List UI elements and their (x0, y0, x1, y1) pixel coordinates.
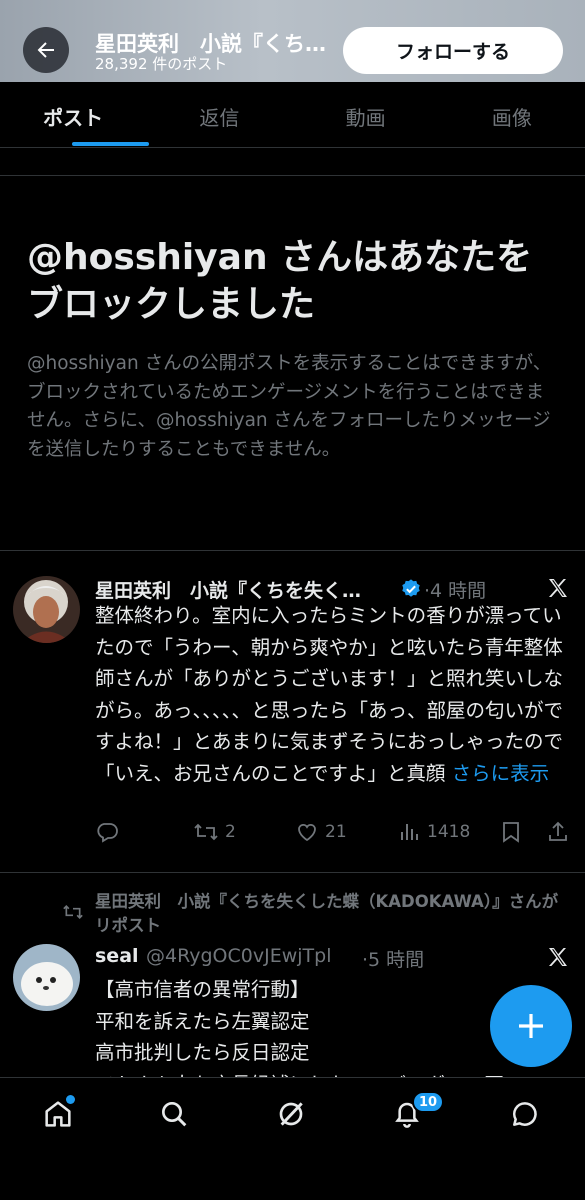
view-count: 1418 (427, 822, 471, 842)
bottom-navigation: 10 (0, 1077, 585, 1200)
tweet-time[interactable]: ·4 時間 (424, 576, 486, 603)
plus-icon (519, 1014, 543, 1038)
nav-grok[interactable] (271, 1094, 311, 1134)
x-logo-icon (549, 948, 567, 966)
active-tab-indicator (72, 142, 149, 146)
tab-replies[interactable]: 返信 (146, 82, 292, 147)
reply-icon (97, 823, 118, 843)
search-icon (162, 1102, 187, 1127)
profile-header: 星田英利 小説『くちを失くした蝶（KADOKAWA）』 28,392 件のポスト… (0, 0, 585, 82)
repost-context[interactable]: 星田英利 小説『くちを失くした蝶（KADOKAWA）』さんがリポスト (95, 890, 565, 938)
blocked-title: @hosshiyan さんはあなたをブロックしました (27, 237, 533, 325)
heart-icon (298, 823, 316, 842)
reply-button[interactable] (95, 820, 119, 844)
bookmark-icon (503, 822, 519, 843)
home-unread-dot (66, 1095, 75, 1104)
retweet-icon (194, 823, 218, 841)
show-more-link[interactable]: さらに表示 (452, 762, 550, 785)
tweet-time[interactable]: ·5 時間 (362, 945, 424, 972)
avatar[interactable] (13, 576, 80, 643)
notification-count-badge: 10 (412, 1091, 445, 1113)
divider (0, 175, 585, 176)
tweet-body-text: 整体終わり。室内に入ったらミントの香りが漂っていたので「うわー、朝から爽やか」と… (95, 604, 564, 785)
x-logo-icon (549, 579, 567, 597)
avatar[interactable] (13, 944, 80, 1011)
tweet-line: 【高市信者の異常行動】 (95, 978, 310, 1001)
arrow-left-icon (37, 42, 54, 58)
like-button[interactable]: 21 (295, 820, 347, 844)
back-button[interactable] (23, 27, 69, 73)
analytics-icon (401, 824, 418, 840)
tweet-handle[interactable]: @4RygOC0vJEwjTpl (146, 945, 331, 967)
profile-tabs: ポスト 返信 動画 画像 (0, 82, 585, 148)
tweet-author-name[interactable]: 星田英利 小説『くちを失く… (95, 576, 395, 603)
messages-icon (512, 1102, 537, 1126)
grok-icon (279, 1102, 303, 1126)
retweet-count: 2 (225, 822, 236, 842)
tab-images[interactable]: 画像 (439, 82, 585, 147)
tweet-line: ベトナム人を店長候補にしたモスバーガーの不 (95, 1069, 565, 1078)
retweet-button[interactable]: 2 (193, 820, 236, 844)
follow-button[interactable]: フォローする (343, 27, 563, 74)
post-count: 28,392 件のポスト (95, 55, 228, 73)
share-button[interactable] (547, 820, 569, 844)
blocked-description: @hosshiyan さんの公開ポストを表示することはできますが、ブロックされて… (27, 353, 552, 460)
tab-videos[interactable]: 動画 (293, 82, 439, 147)
avatar-seal-image (13, 944, 80, 1011)
avatar-portrait-image (13, 576, 80, 643)
tweet-author-name[interactable]: seal (95, 945, 139, 967)
nav-search[interactable] (154, 1094, 194, 1134)
tab-posts[interactable]: ポスト (0, 82, 146, 147)
repost-icon (63, 904, 83, 920)
nav-messages[interactable] (505, 1094, 545, 1134)
divider (0, 550, 585, 551)
tweet-actions: 2 21 1418 (95, 820, 570, 856)
compose-post-button[interactable] (490, 985, 572, 1067)
share-icon (549, 821, 567, 841)
like-count: 21 (325, 822, 347, 842)
tweet-text: 整体終わり。室内に入ったらミントの香りが漂っていたので「うわー、朝から爽やか」と… (95, 600, 563, 789)
verified-badge-icon (402, 579, 420, 597)
divider (0, 872, 585, 873)
bookmark-button[interactable] (500, 820, 522, 844)
views-button[interactable]: 1418 (397, 820, 470, 844)
